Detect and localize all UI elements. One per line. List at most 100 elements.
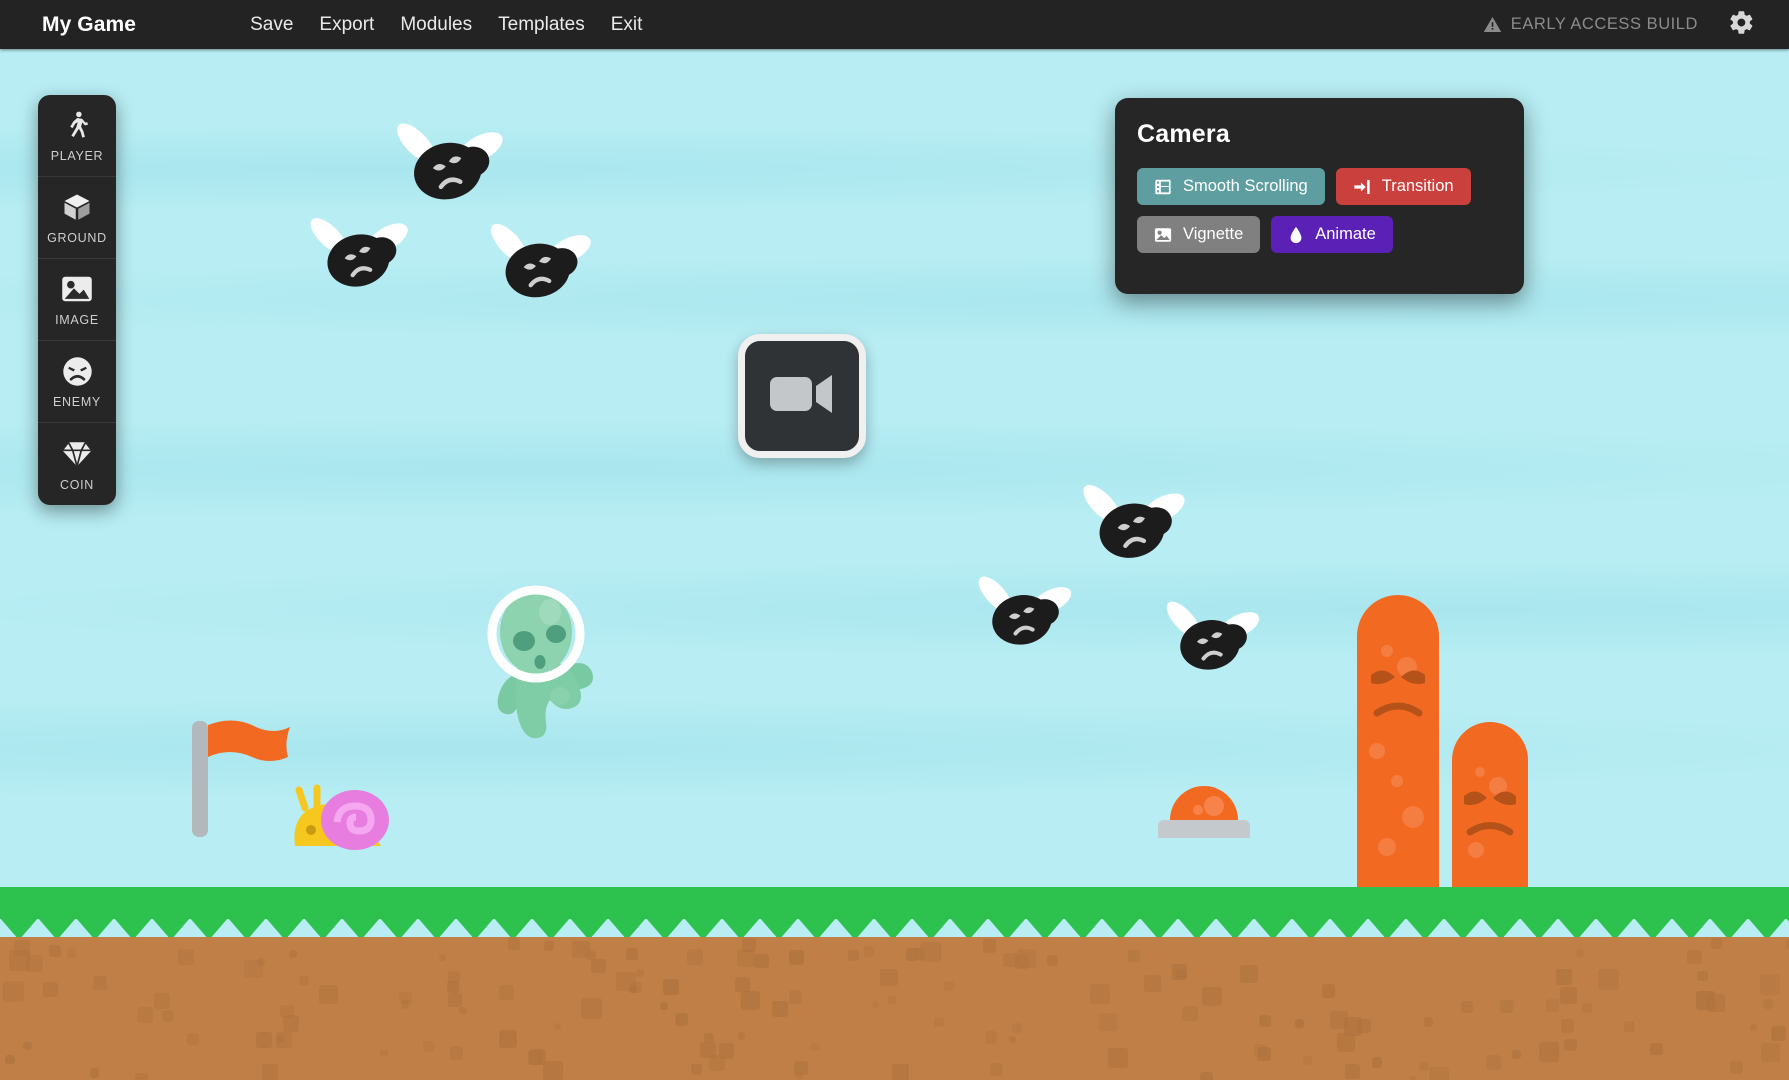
sidebar-item-player[interactable]: PLAYER — [38, 95, 116, 177]
transition-button[interactable]: Transition — [1336, 168, 1471, 205]
dirt-speckle — [934, 1017, 944, 1027]
menu-item-save[interactable]: Save — [237, 10, 306, 40]
dirt-layer — [0, 937, 1789, 1080]
dirt-speckle — [499, 1030, 517, 1048]
dirt-speckle — [1254, 1044, 1267, 1057]
snail[interactable] — [281, 784, 397, 862]
dirt-speckle — [448, 993, 462, 1007]
dirt-speckle — [1556, 969, 1572, 985]
dirt-speckle — [1760, 974, 1781, 995]
sidebar-item-coin[interactable]: COIN — [38, 423, 116, 505]
dirt-speckle — [1015, 954, 1030, 969]
dirt-speckle — [811, 1043, 819, 1051]
dirt-speckle — [1090, 984, 1110, 1004]
status-badge: EARLY ACCESS BUILD — [1483, 15, 1698, 34]
dirt-speckle — [1357, 1019, 1371, 1033]
dirt-speckle — [1598, 969, 1619, 990]
sidebar-item-ground[interactable]: GROUND — [38, 177, 116, 259]
dirt-speckle — [544, 941, 554, 951]
dirt-speckle — [1009, 1036, 1016, 1043]
dirt-speckle — [572, 941, 589, 958]
vignette-button[interactable]: Vignette — [1137, 216, 1260, 253]
dirt-speckle — [1512, 1050, 1521, 1059]
settings-button[interactable] — [1728, 9, 1755, 41]
sidebar-item-label: ENEMY — [53, 395, 101, 409]
menu-item-modules[interactable]: Modules — [387, 10, 485, 40]
dirt-speckle — [1546, 999, 1559, 1012]
dirt-speckle — [1730, 1061, 1743, 1074]
dirt-speckle — [1429, 1067, 1450, 1080]
dirt-speckle — [741, 991, 760, 1010]
dirt-speckle — [772, 1001, 788, 1017]
menu-item-exit[interactable]: Exit — [598, 10, 656, 40]
sidebar-item-label: COIN — [60, 478, 94, 492]
dirt-speckle — [1539, 1042, 1559, 1062]
dirt-speckle — [299, 976, 308, 985]
dirt-speckle — [1200, 1072, 1213, 1080]
button-label: Animate — [1315, 225, 1376, 244]
dirt-speckle — [944, 981, 954, 991]
dirt-speckle — [581, 998, 601, 1018]
menu-item-export[interactable]: Export — [306, 10, 387, 40]
dirt-speckle — [1711, 938, 1722, 949]
dirt-speckle — [43, 982, 58, 997]
dirt-speckle — [137, 1007, 153, 1023]
dirt-speckle — [737, 949, 755, 967]
dirt-speckle — [1707, 994, 1726, 1013]
film-strip-icon — [1154, 178, 1172, 196]
button-label: Transition — [1382, 177, 1454, 196]
dirt-speckle — [1012, 1023, 1022, 1033]
sidebar-item-label: IMAGE — [55, 313, 99, 327]
top-menu-bar: My Game Save Export Modules Templates Ex… — [0, 0, 1789, 49]
dirt-speckle — [67, 948, 76, 957]
dirt-speckle — [1761, 1043, 1780, 1062]
dirt-speckle — [1419, 1062, 1428, 1071]
dirt-speckle — [1240, 965, 1258, 983]
dirt-speckle — [450, 1046, 464, 1060]
pillar-enemy-tall[interactable] — [1357, 595, 1439, 887]
dirt-speckle — [1128, 950, 1140, 962]
dirt-speckle — [135, 1073, 148, 1080]
diamond-gem-icon — [60, 437, 94, 471]
dirt-speckle — [543, 1061, 563, 1080]
warning-triangle-icon — [1483, 15, 1502, 34]
dirt-speckle — [257, 958, 265, 966]
dirt-speckle — [1687, 950, 1701, 964]
dirt-speckle — [660, 1002, 668, 1010]
dirt-speckle — [1322, 984, 1335, 997]
dome-platform[interactable] — [1158, 776, 1250, 838]
dirt-speckle — [1763, 999, 1772, 1008]
dirt-speckle — [794, 1061, 808, 1075]
dirt-speckle — [1144, 975, 1161, 992]
dirt-speckle — [1560, 987, 1577, 1004]
topbar-right-group: EARLY ACCESS BUILD — [1483, 9, 1767, 41]
dirt-speckle — [1582, 1003, 1592, 1013]
dirt-speckle — [1372, 1057, 1383, 1068]
button-label: Smooth Scrolling — [1183, 177, 1308, 196]
dirt-speckle — [663, 979, 679, 995]
dirt-speckle — [1650, 1043, 1662, 1055]
player-alien[interactable] — [468, 584, 608, 744]
dirt-speckle — [178, 949, 194, 965]
sidebar-item-image[interactable]: IMAGE — [38, 259, 116, 341]
dirt-speckle — [1500, 1000, 1513, 1013]
game-canvas[interactable]: PLAYER GROUND IMAGE — [0, 49, 1789, 1080]
dirt-speckle — [880, 969, 897, 986]
camera-button-group: Smooth Scrolling Transition — [1137, 168, 1502, 253]
dirt-speckle — [289, 950, 297, 958]
dirt-speckle — [1750, 1024, 1757, 1031]
camera-object[interactable] — [738, 334, 866, 458]
pillar-enemy-short[interactable] — [1452, 722, 1528, 887]
dirt-speckle — [90, 1068, 99, 1077]
dirt-speckle — [448, 971, 460, 983]
dirt-speckle — [49, 945, 61, 957]
animate-button[interactable]: Animate — [1271, 216, 1393, 253]
dirt-speckle — [691, 1064, 702, 1075]
dirt-speckle — [23, 1042, 32, 1051]
sidebar-item-enemy[interactable]: ENEMY — [38, 341, 116, 423]
smooth-scrolling-button[interactable]: Smooth Scrolling — [1137, 168, 1325, 205]
sign-in-arrow-icon — [1353, 178, 1371, 196]
app-title: My Game — [42, 13, 136, 37]
menu-item-templates[interactable]: Templates — [485, 10, 598, 40]
dirt-speckle — [1099, 1013, 1117, 1031]
